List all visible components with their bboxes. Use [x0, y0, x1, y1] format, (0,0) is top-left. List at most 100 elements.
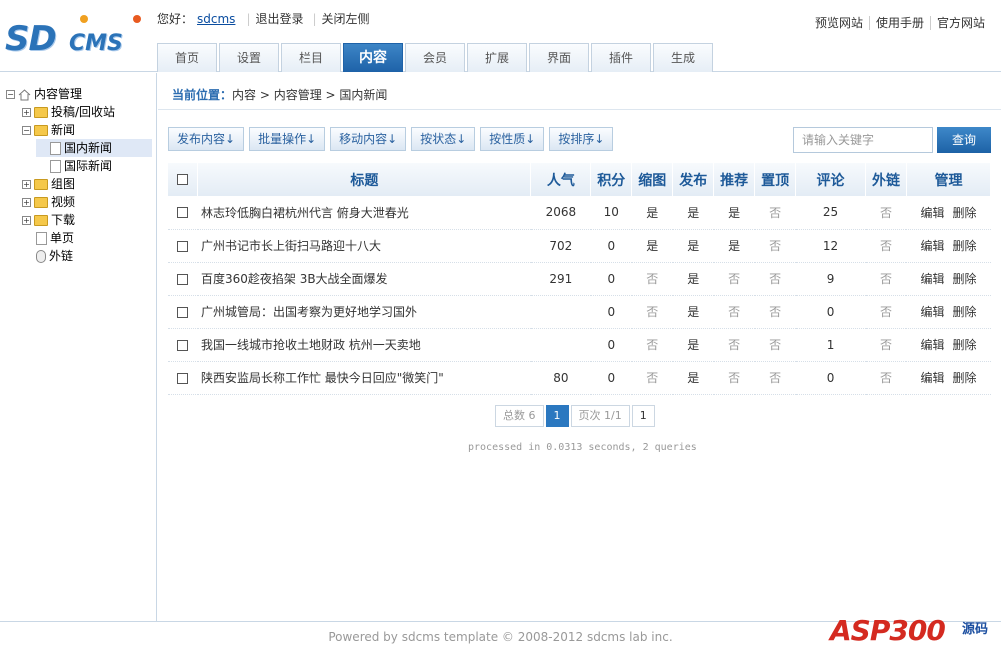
row-thumb[interactable]: 否 [631, 295, 673, 329]
row-link[interactable]: 否 [865, 229, 907, 263]
close-left-link[interactable]: 关闭左侧 [322, 12, 370, 26]
row-thumb[interactable]: 否 [631, 328, 673, 362]
row-checkbox[interactable] [177, 240, 189, 252]
expand-icon[interactable]: + [22, 108, 31, 117]
row-publish[interactable]: 是 [672, 328, 714, 362]
row-title[interactable]: 广州书记市长上街扫马路迎十八大 [197, 229, 531, 263]
row-comments[interactable]: 1 [795, 328, 866, 362]
col-header-recommend[interactable]: 推荐 [713, 163, 756, 196]
row-thumb[interactable]: 否 [631, 361, 673, 395]
expand-icon[interactable]: + [22, 198, 31, 207]
nav-tab-members[interactable]: 会员 [405, 43, 465, 72]
tree-root[interactable]: − 内容管理 [6, 85, 82, 103]
row-top[interactable]: 否 [754, 196, 796, 230]
publish-content-button[interactable]: 发布内容↓ [168, 127, 245, 151]
nav-tab-home[interactable]: 首页 [157, 43, 217, 72]
tree-item-external-link[interactable]: 外链 [36, 247, 73, 265]
expand-icon[interactable]: + [22, 216, 31, 225]
row-title[interactable]: 林志玲低胸白裙杭州代言 俯身大泄春光 [197, 196, 531, 230]
expand-icon[interactable]: + [22, 180, 31, 189]
row-title[interactable]: 百度360趁夜掐架 3B大战全面爆发 [197, 262, 531, 296]
row-comments[interactable]: 25 [795, 196, 866, 230]
row-link[interactable]: 否 [865, 196, 907, 230]
logout-link[interactable]: 退出登录 [255, 12, 303, 26]
delete-link[interactable]: 删除 [952, 371, 976, 385]
row-checkbox[interactable] [177, 273, 189, 285]
row-recommend[interactable]: 是 [713, 229, 755, 263]
username-link[interactable]: sdcms [197, 12, 235, 26]
col-header-publish[interactable]: 发布 [672, 163, 715, 196]
row-top[interactable]: 否 [754, 328, 796, 362]
row-recommend[interactable]: 否 [713, 295, 755, 329]
row-link[interactable]: 否 [865, 295, 907, 329]
tree-item-gallery[interactable]: + 组图 [22, 175, 75, 193]
row-publish[interactable]: 是 [672, 295, 714, 329]
edit-link[interactable]: 编辑 [920, 305, 944, 319]
row-comments[interactable]: 0 [795, 361, 866, 395]
col-header-score[interactable]: 积分 [590, 163, 633, 196]
edit-link[interactable]: 编辑 [920, 206, 944, 220]
col-header-link[interactable]: 外链 [865, 163, 907, 196]
row-thumb[interactable]: 是 [631, 196, 673, 230]
row-recommend[interactable]: 否 [713, 328, 755, 362]
pager-page-link[interactable]: 1 [631, 405, 655, 427]
top-link-official[interactable]: 官方网站 [929, 16, 991, 30]
row-title[interactable]: 我国一线城市抢收土地财政 杭州一天卖地 [197, 328, 531, 362]
nav-tab-content[interactable]: 内容 [343, 43, 403, 72]
nav-tab-generate[interactable]: 生成 [653, 43, 713, 72]
row-recommend[interactable]: 是 [713, 196, 755, 230]
nav-tab-settings[interactable]: 设置 [219, 43, 279, 72]
edit-link[interactable]: 编辑 [920, 338, 944, 352]
row-recommend[interactable]: 否 [713, 262, 755, 296]
search-button[interactable]: 查询 [937, 127, 991, 153]
tree-item-video[interactable]: + 视频 [22, 193, 75, 211]
collapse-icon[interactable]: − [6, 90, 15, 99]
col-header-comments[interactable]: 评论 [795, 163, 867, 196]
tree-item-international-news[interactable]: 国际新闻 [50, 157, 112, 175]
row-comments[interactable]: 9 [795, 262, 866, 296]
col-header-title[interactable]: 标题 [197, 163, 532, 196]
tree-item-submissions[interactable]: + 投稿/回收站 [22, 103, 115, 121]
tree-item-single-page[interactable]: 单页 [36, 229, 74, 247]
col-header-hits[interactable]: 人气 [530, 163, 592, 196]
top-link-preview[interactable]: 预览网站 [809, 16, 869, 30]
tree-item-domestic-news[interactable]: 国内新闻 [36, 139, 152, 157]
top-link-manual[interactable]: 使用手册 [868, 16, 930, 30]
move-content-button[interactable]: 移动内容↓ [330, 127, 407, 151]
row-comments[interactable]: 0 [795, 295, 866, 329]
delete-link[interactable]: 删除 [952, 338, 976, 352]
collapse-icon[interactable]: − [22, 126, 31, 135]
row-link[interactable]: 否 [865, 262, 907, 296]
edit-link[interactable]: 编辑 [920, 272, 944, 286]
delete-link[interactable]: 删除 [952, 305, 976, 319]
delete-link[interactable]: 删除 [952, 272, 976, 286]
select-all-checkbox[interactable] [177, 174, 189, 185]
tree-item-news[interactable]: − 新闻 [22, 121, 75, 139]
row-link[interactable]: 否 [865, 328, 907, 362]
row-thumb[interactable]: 否 [631, 262, 673, 296]
row-publish[interactable]: 是 [672, 229, 714, 263]
sort-button[interactable]: 按排序↓ [549, 127, 614, 151]
edit-link[interactable]: 编辑 [920, 371, 944, 385]
nav-tab-interface[interactable]: 界面 [529, 43, 589, 72]
delete-link[interactable]: 删除 [952, 239, 976, 253]
row-checkbox[interactable] [177, 339, 189, 351]
search-input[interactable]: 请输入关键字 [793, 127, 933, 153]
row-top[interactable]: 否 [754, 295, 796, 329]
nav-tab-extensions[interactable]: 扩展 [467, 43, 527, 72]
filter-property-button[interactable]: 按性质↓ [480, 127, 545, 151]
nav-tab-plugins[interactable]: 插件 [591, 43, 651, 72]
select-all-cell[interactable] [168, 163, 199, 196]
row-publish[interactable]: 是 [672, 196, 714, 230]
row-title[interactable]: 广州城管局：出国考察为更好地学习国外 [197, 295, 531, 329]
row-title[interactable]: 陕西安监局长称工作忙 最快今日回应"微笑门" [197, 361, 531, 395]
row-checkbox[interactable] [177, 306, 189, 318]
row-publish[interactable]: 是 [672, 361, 714, 395]
row-checkbox[interactable] [177, 207, 189, 219]
row-checkbox[interactable] [177, 372, 189, 384]
logo[interactable]: SD CMS [5, 15, 150, 65]
col-header-top[interactable]: 置顶 [754, 163, 797, 196]
filter-status-button[interactable]: 按状态↓ [411, 127, 476, 151]
row-top[interactable]: 否 [754, 361, 796, 395]
tree-item-download[interactable]: + 下载 [22, 211, 75, 229]
